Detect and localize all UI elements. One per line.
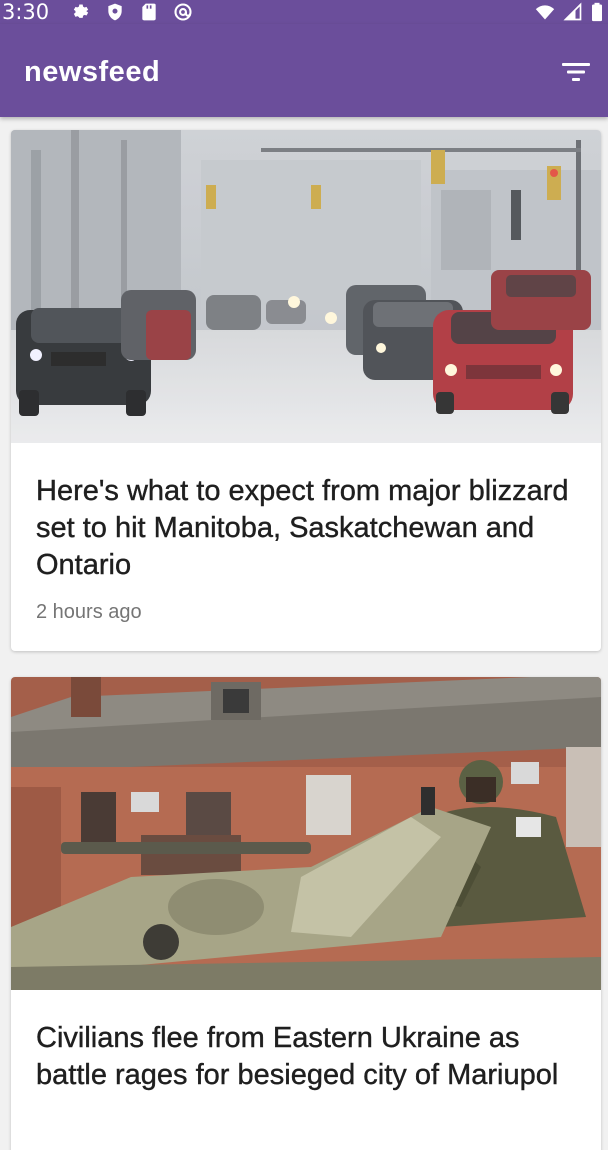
article-card[interactable]: Civilians flee from Eastern Ukraine as b… (11, 677, 601, 1150)
article-card-body: Civilians flee from Eastern Ukraine as b… (11, 990, 601, 1094)
status-icons-right (534, 2, 604, 22)
app-title: newsfeed (24, 56, 161, 88)
settings-gear-icon (73, 4, 89, 18)
sd-card-icon (142, 3, 156, 21)
wifi-icon (535, 5, 555, 20)
at-sign-icon (174, 3, 192, 21)
article-timestamp: 2 hours ago (36, 601, 142, 623)
article-card[interactable]: Here's what to expect from major blizzar… (11, 130, 601, 651)
filter-button[interactable] (558, 54, 594, 90)
cellular-signal-icon (563, 2, 582, 21)
app-bar: newsfeed (0, 24, 608, 117)
shield-icon (108, 3, 122, 21)
article-image-snowy-street (11, 130, 601, 443)
status-time: 3:30 (2, 0, 50, 24)
article-title[interactable]: Here's what to expect from major blizzar… (36, 473, 576, 584)
article-card-body: Here's what to expect from major blizzar… (11, 443, 601, 624)
filter-icon (562, 63, 590, 81)
status-icons-left (70, 2, 194, 22)
status-bar: 3:30 (0, 0, 608, 24)
article-title[interactable]: Civilians flee from Eastern Ukraine as b… (36, 1020, 576, 1094)
battery-icon (592, 2, 602, 22)
news-feed-list[interactable]: Here's what to expect from major blizzar… (0, 117, 608, 1150)
article-image-soldier-vehicle (11, 677, 601, 990)
